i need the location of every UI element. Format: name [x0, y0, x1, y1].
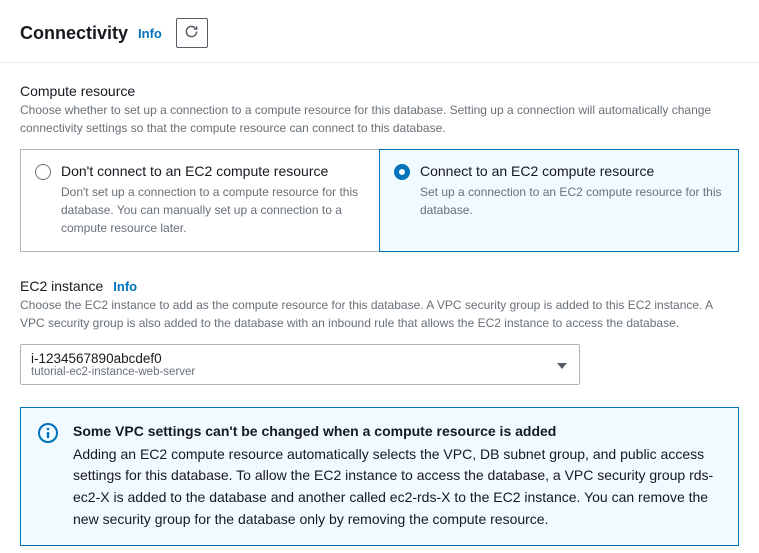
- info-link-header[interactable]: Info: [138, 26, 162, 41]
- refresh-icon: [184, 24, 199, 42]
- compute-resource-label: Compute resource: [20, 83, 739, 99]
- info-icon: [37, 422, 59, 444]
- section-title: Connectivity: [20, 23, 128, 44]
- select-value: i-1234567890abcdef0: [31, 351, 547, 366]
- select-subvalue: tutorial-ec2-instance-web-server: [31, 366, 547, 378]
- radio-connect[interactable]: Connect to an EC2 compute resource Set u…: [379, 149, 739, 252]
- radio-title: Don't connect to an EC2 compute resource: [61, 162, 365, 180]
- compute-resource-section: Compute resource Choose whether to set u…: [20, 83, 739, 252]
- compute-resource-desc: Choose whether to set up a connection to…: [20, 101, 739, 137]
- ec2-instance-select[interactable]: i-1234567890abcdef0 tutorial-ec2-instanc…: [20, 344, 580, 385]
- radio-desc: Set up a connection to an EC2 compute re…: [420, 183, 724, 219]
- refresh-button[interactable]: [176, 18, 208, 48]
- info-banner-title: Some VPC settings can't be changed when …: [73, 422, 722, 442]
- radio-title: Connect to an EC2 compute resource: [420, 162, 724, 180]
- info-banner-text: Adding an EC2 compute resource automatic…: [73, 444, 722, 531]
- radio-dont-connect[interactable]: Don't connect to an EC2 compute resource…: [20, 149, 379, 252]
- info-link-ec2[interactable]: Info: [113, 279, 137, 294]
- ec2-instance-desc: Choose the EC2 instance to add as the co…: [20, 296, 739, 332]
- radio-input-unchecked: [35, 164, 51, 180]
- ec2-instance-label: EC2 instance: [20, 278, 103, 294]
- section-header: Connectivity Info: [0, 0, 759, 63]
- radio-input-checked: [394, 164, 410, 180]
- chevron-down-icon: [557, 356, 567, 374]
- radio-desc: Don't set up a connection to a compute r…: [61, 183, 365, 237]
- info-banner: Some VPC settings can't be changed when …: [20, 407, 739, 545]
- ec2-instance-section: EC2 instance Info Choose the EC2 instanc…: [20, 278, 739, 385]
- content-area: Compute resource Choose whether to set u…: [0, 63, 759, 546]
- compute-resource-options: Don't connect to an EC2 compute resource…: [20, 149, 739, 252]
